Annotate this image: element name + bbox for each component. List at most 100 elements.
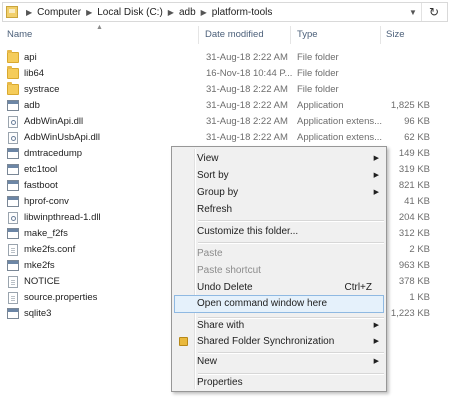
breadcrumb-adb[interactable]: adb bbox=[179, 7, 196, 18]
menu-item-properties[interactable]: Properties bbox=[174, 374, 384, 392]
file-type: File folder bbox=[297, 84, 339, 95]
submenu-arrow-icon: ▶ bbox=[373, 338, 379, 345]
menu-item-open-command-window[interactable]: Open command window here bbox=[174, 295, 384, 313]
menu-item-paste-shortcut[interactable]: Paste shortcut bbox=[174, 262, 384, 280]
menu-item-customize-folder[interactable]: Customize this folder... bbox=[174, 223, 384, 241]
file-size: 1,825 KB bbox=[390, 100, 430, 111]
file-name: sqlite3 bbox=[24, 308, 52, 319]
submenu-arrow-icon: ▶ bbox=[373, 358, 379, 365]
file-name: AdbWinUsbApi.dll bbox=[24, 132, 101, 143]
file-row[interactable]: AdbWinApi.dll 31-Aug-18 2:22 AM Applicatio… bbox=[0, 114, 450, 130]
menu-item-label: Customize this folder... bbox=[197, 226, 299, 237]
file-size: 963 KB bbox=[398, 260, 430, 271]
file-name: fastboot bbox=[24, 180, 58, 191]
file-name: api bbox=[24, 52, 37, 63]
menu-item-view[interactable]: View ▶ bbox=[174, 150, 384, 168]
column-header-type[interactable]: Type bbox=[297, 29, 318, 40]
folder-icon bbox=[7, 66, 19, 79]
breadcrumb-platform-tools[interactable]: platform-tools bbox=[212, 7, 273, 18]
file-size: 1,223 KB bbox=[390, 308, 430, 319]
menu-item-label: Open command window here bbox=[197, 298, 328, 309]
submenu-arrow-icon: ▶ bbox=[373, 155, 379, 162]
file-row[interactable]: adb 31-Aug-18 2:22 AM Application 1,825 KB bbox=[0, 98, 450, 114]
dll-file-icon bbox=[8, 132, 18, 144]
file-name: AdbWinApi.dll bbox=[24, 116, 84, 127]
chevron-right-icon[interactable]: ▶ bbox=[81, 8, 97, 17]
folder-icon bbox=[6, 6, 18, 18]
file-size: 1 KB bbox=[409, 292, 430, 303]
file-name: etc1tool bbox=[24, 164, 58, 175]
column-header-date[interactable]: Date modified bbox=[205, 29, 264, 40]
submenu-arrow-icon: ▶ bbox=[373, 189, 379, 196]
file-type: File folder bbox=[297, 52, 339, 63]
menu-item-label: View bbox=[197, 153, 219, 164]
file-name: adb bbox=[24, 100, 40, 111]
file-type: Application extens... bbox=[297, 116, 383, 127]
menu-item-label: Share with bbox=[197, 320, 245, 331]
file-type: Application extens... bbox=[297, 132, 383, 143]
column-divider[interactable] bbox=[290, 26, 291, 44]
breadcrumb: ▶ Computer ▶ Local Disk (C:) ▶ adb ▶ pla… bbox=[21, 3, 272, 21]
file-date: 31-Aug-18 2:22 AM bbox=[206, 100, 288, 111]
file-name: mke2fs.conf bbox=[24, 244, 76, 255]
file-row[interactable]: api 31-Aug-18 2:22 AM File folder bbox=[0, 50, 450, 66]
file-name: make_f2fs bbox=[24, 228, 68, 239]
menu-item-label: Sort by bbox=[197, 170, 229, 181]
menu-item-sort-by[interactable]: Sort by ▶ bbox=[174, 167, 384, 185]
column-divider[interactable] bbox=[380, 26, 381, 44]
menu-item-paste[interactable]: Paste bbox=[174, 245, 384, 263]
file-name: lib64 bbox=[24, 68, 45, 79]
application-icon bbox=[7, 260, 19, 271]
file-size: 821 KB bbox=[398, 180, 430, 191]
menu-item-refresh[interactable]: Refresh bbox=[174, 201, 384, 219]
chevron-right-icon[interactable]: ▶ bbox=[21, 8, 37, 17]
file-row[interactable]: lib64 16-Nov-18 10:44 P... File folder bbox=[0, 66, 450, 82]
menu-separator bbox=[198, 220, 384, 222]
sort-ascending-icon: ▲ bbox=[96, 24, 103, 31]
menu-item-group-by[interactable]: Group by ▶ bbox=[174, 184, 384, 202]
menu-item-label: Properties bbox=[197, 377, 243, 388]
file-name: source.properties bbox=[24, 292, 98, 303]
column-header-name[interactable]: Name bbox=[7, 29, 32, 40]
application-icon bbox=[7, 100, 19, 111]
document-icon bbox=[8, 244, 18, 256]
breadcrumb-computer[interactable]: Computer bbox=[37, 7, 81, 18]
shared-folder-sync-icon bbox=[179, 337, 188, 346]
menu-item-new[interactable]: New ▶ bbox=[174, 353, 384, 371]
breadcrumb-local-disk[interactable]: Local Disk (C:) bbox=[97, 7, 163, 18]
file-row[interactable]: systrace 31-Aug-18 2:22 AM File folder bbox=[0, 82, 450, 98]
menu-item-label: Undo Delete bbox=[197, 282, 253, 293]
file-size: 204 KB bbox=[398, 212, 430, 223]
file-date: 31-Aug-18 2:22 AM bbox=[206, 132, 288, 143]
menu-item-shared-folder-sync[interactable]: Shared Folder Synchronization ▶ bbox=[174, 333, 384, 351]
menu-item-label: Shared Folder Synchronization bbox=[197, 336, 335, 347]
address-history-dropdown[interactable]: ▼ bbox=[406, 3, 420, 21]
file-name: dmtracedump bbox=[24, 148, 83, 159]
file-size: 96 KB bbox=[404, 116, 430, 127]
dll-file-icon bbox=[8, 116, 18, 128]
file-size: 378 KB bbox=[398, 276, 430, 287]
file-type: File folder bbox=[297, 68, 339, 79]
file-date: 31-Aug-18 2:22 AM bbox=[206, 116, 288, 127]
file-size: 312 KB bbox=[398, 228, 430, 239]
application-icon bbox=[7, 148, 19, 159]
file-size: 149 KB bbox=[398, 148, 430, 159]
file-row[interactable]: AdbWinUsbApi.dll 31-Aug-18 2:22 AM Applica… bbox=[0, 130, 450, 146]
chevron-right-icon[interactable]: ▶ bbox=[163, 8, 179, 17]
folder-icon bbox=[7, 82, 19, 95]
address-bar[interactable]: ▶ Computer ▶ Local Disk (C:) ▶ adb ▶ pla… bbox=[2, 2, 448, 22]
file-date: 16-Nov-18 10:44 P... bbox=[206, 68, 293, 79]
menu-separator bbox=[198, 242, 384, 244]
file-name: libwinpthread-1.dll bbox=[24, 212, 101, 223]
file-size: 41 KB bbox=[404, 196, 430, 207]
menu-item-label: Paste shortcut bbox=[197, 265, 261, 276]
application-icon bbox=[7, 180, 19, 191]
column-divider[interactable] bbox=[198, 26, 199, 44]
chevron-right-icon[interactable]: ▶ bbox=[196, 8, 212, 17]
column-header-size[interactable]: Size bbox=[386, 29, 404, 40]
refresh-icon[interactable]: ↻ bbox=[421, 3, 446, 21]
application-icon bbox=[7, 308, 19, 319]
dll-file-icon bbox=[8, 212, 18, 224]
context-menu: View ▶ Sort by ▶ Group by ▶ Refresh Cust… bbox=[171, 146, 387, 392]
menu-item-label: Refresh bbox=[197, 204, 233, 215]
